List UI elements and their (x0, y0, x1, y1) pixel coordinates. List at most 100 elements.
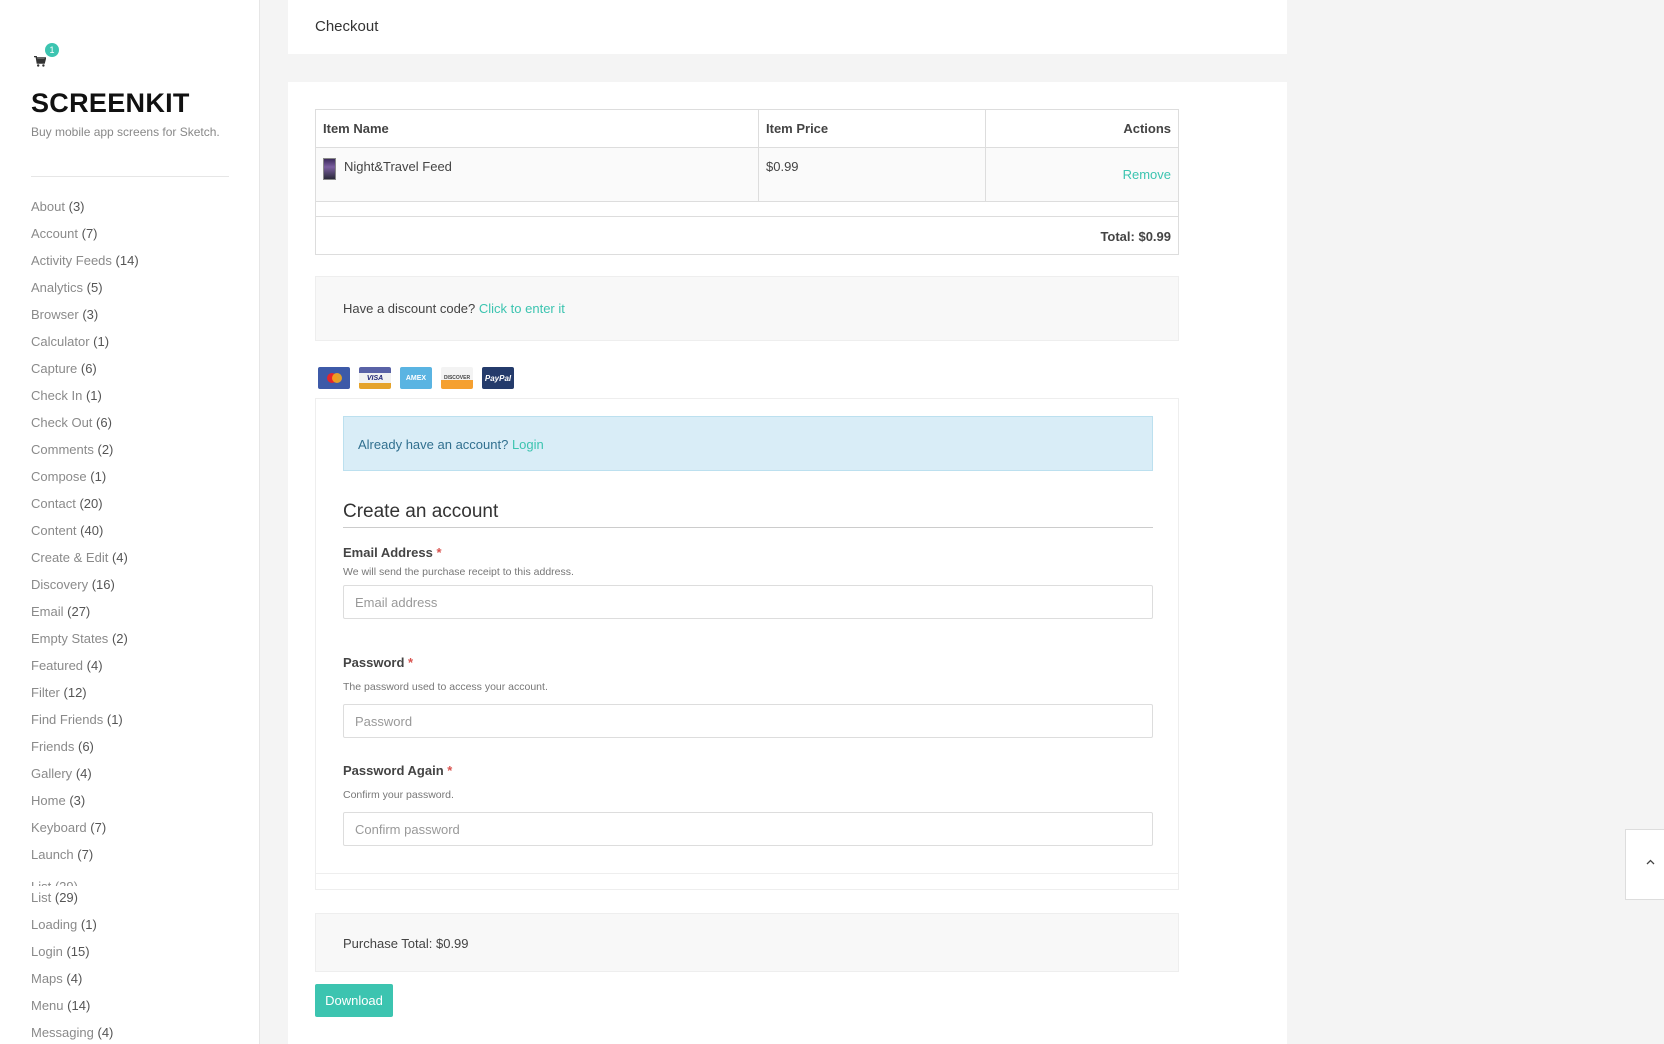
sidebar-item-count: (6) (80, 361, 97, 376)
sidebar-item-maps[interactable]: Maps (4) (31, 971, 113, 998)
remove-item-link[interactable]: Remove (1123, 167, 1171, 182)
sidebar-item-activity-feeds[interactable]: Activity Feeds (14) (31, 253, 139, 280)
sidebar-item-label[interactable]: Calculator (31, 334, 90, 349)
sidebar-item-compose[interactable]: Compose (1) (31, 469, 139, 496)
category-item-clipped: List (29) (31, 878, 151, 886)
sidebar-item-label[interactable]: Analytics (31, 280, 83, 295)
sidebar-item-label[interactable]: Activity Feeds (31, 253, 112, 268)
password-again-help: Confirm your password. (343, 789, 454, 801)
brand-tagline: Buy mobile app screens for Sketch. (31, 125, 220, 139)
sidebar-item-create-edit[interactable]: Create & Edit (4) (31, 550, 139, 577)
chevron-up-icon (1646, 859, 1655, 865)
sidebar-item-label[interactable]: Loading (31, 917, 77, 932)
sidebar-item-label[interactable]: Login (31, 944, 63, 959)
download-button[interactable]: Download (315, 984, 393, 1017)
sidebar-item-label[interactable]: Discovery (31, 577, 88, 592)
sidebar-item-label[interactable]: About (31, 199, 65, 214)
sidebar-item-analytics[interactable]: Analytics (5) (31, 280, 139, 307)
sidebar-item-label[interactable]: Menu (31, 998, 64, 1013)
sidebar-item-count: (4) (111, 550, 128, 565)
sidebar-item-browser[interactable]: Browser (3) (31, 307, 139, 334)
sidebar-item-label[interactable]: Filter (31, 685, 60, 700)
sidebar-item-gallery[interactable]: Gallery (4) (31, 766, 139, 793)
sidebar-item-count: (29) (54, 890, 78, 905)
discount-link[interactable]: Click to enter it (479, 301, 565, 316)
sidebar-item-label[interactable]: Keyboard (31, 820, 87, 835)
sidebar-item-count: (16) (91, 577, 115, 592)
sidebar-item-home[interactable]: Home (3) (31, 793, 139, 820)
brand-logo[interactable]: SCREENKIT (31, 88, 190, 119)
sidebar-item-keyboard[interactable]: Keyboard (7) (31, 820, 139, 847)
email-field[interactable] (343, 585, 1153, 619)
sidebar-item-check-in[interactable]: Check In (1) (31, 388, 139, 415)
password-again-field[interactable] (343, 812, 1153, 846)
mastercard-icon (318, 367, 350, 389)
item-name-cell: Night&Travel Feed (315, 147, 759, 202)
sidebar-item-menu[interactable]: Menu (14) (31, 998, 113, 1025)
purchase-total: Purchase Total: $0.99 (315, 913, 1179, 972)
sidebar-item-label[interactable]: Compose (31, 469, 87, 484)
sidebar-item-count: (6) (77, 739, 94, 754)
sidebar-item-label[interactable]: Create & Edit (31, 550, 108, 565)
sidebar-item-count: (1) (93, 334, 110, 349)
password-field[interactable] (343, 704, 1153, 738)
sidebar-item-comments[interactable]: Comments (2) (31, 442, 139, 469)
page-title: Checkout (315, 18, 379, 35)
sidebar-item-content[interactable]: Content (40) (31, 523, 139, 550)
sidebar-item-about[interactable]: About (3) (31, 199, 139, 226)
sidebar-item-label[interactable]: Find Friends (31, 712, 103, 727)
sidebar-item-friends[interactable]: Friends (6) (31, 739, 139, 766)
sidebar-item-label[interactable]: Featured (31, 658, 83, 673)
sidebar-item-email[interactable]: Email (27) (31, 604, 139, 631)
sidebar-item-label[interactable]: Check Out (31, 415, 92, 430)
email-label: Email Address * (343, 545, 442, 560)
sidebar-item-list[interactable]: List (29) (31, 890, 113, 917)
sidebar-item-label[interactable]: Content (31, 523, 77, 538)
sidebar-item-count: (4) (97, 1025, 114, 1040)
login-link[interactable]: Login (512, 437, 544, 452)
sidebar-item-label[interactable]: Home (31, 793, 66, 808)
discount-prompt: Have a discount code? (343, 301, 476, 316)
amex-icon: AMEX (400, 367, 432, 389)
required-marker: * (436, 545, 442, 560)
sidebar-item-label[interactable]: Friends (31, 739, 74, 754)
sidebar-item-filter[interactable]: Filter (12) (31, 685, 139, 712)
sidebar-item-loading[interactable]: Loading (1) (31, 917, 113, 944)
sidebar-item-find-friends[interactable]: Find Friends (1) (31, 712, 139, 739)
sidebar-item-label[interactable]: List (31, 890, 51, 905)
item-actions-cell: Remove (985, 147, 1179, 202)
sidebar-item-label[interactable]: Maps (31, 971, 63, 986)
sidebar-item-messaging[interactable]: Messaging (4) (31, 1025, 113, 1044)
sidebar-item-discovery[interactable]: Discovery (16) (31, 577, 139, 604)
sidebar-item-label[interactable]: Capture (31, 361, 77, 376)
scroll-to-top-button[interactable] (1625, 829, 1664, 900)
sidebar-item-login[interactable]: Login (15) (31, 944, 113, 971)
sidebar-item-label[interactable]: Email (31, 604, 64, 619)
sidebar-item-account[interactable]: Account (7) (31, 226, 139, 253)
sidebar-item-label[interactable]: Check In (31, 388, 82, 403)
sidebar-item-count: (15) (66, 944, 90, 959)
email-help: We will send the purchase receipt to thi… (343, 566, 574, 578)
sidebar-item-capture[interactable]: Capture (6) (31, 361, 139, 388)
cart-icon[interactable] (34, 56, 50, 70)
sidebar-item-label[interactable]: Empty States (31, 631, 108, 646)
sidebar-item-label[interactable]: Gallery (31, 766, 72, 781)
sidebar-item-label[interactable]: Browser (31, 307, 79, 322)
sidebar-item-label[interactable]: Contact (31, 496, 76, 511)
item-name: Night&Travel Feed (344, 159, 452, 174)
sidebar-item-featured[interactable]: Featured (4) (31, 658, 139, 685)
sidebar-item-contact[interactable]: Contact (20) (31, 496, 139, 523)
discount-box: Have a discount code? Click to enter it (315, 276, 1179, 341)
sidebar-item-count: (40) (80, 523, 104, 538)
sidebar-item-label[interactable]: Messaging (31, 1025, 94, 1040)
sidebar-item-launch[interactable]: Launch (7) (31, 847, 139, 874)
sidebar-item-label[interactable]: Account (31, 226, 78, 241)
required-marker: * (447, 763, 453, 778)
col-header-actions: Actions (985, 109, 1179, 148)
sidebar-item-empty-states[interactable]: Empty States (2) (31, 631, 139, 658)
sidebar-item-calculator[interactable]: Calculator (1) (31, 334, 139, 361)
sidebar-item-check-out[interactable]: Check Out (6) (31, 415, 139, 442)
sidebar-item-label[interactable]: Comments (31, 442, 94, 457)
sidebar-item-label[interactable]: Launch (31, 847, 74, 862)
login-notice-text: Already have an account? (358, 437, 509, 452)
